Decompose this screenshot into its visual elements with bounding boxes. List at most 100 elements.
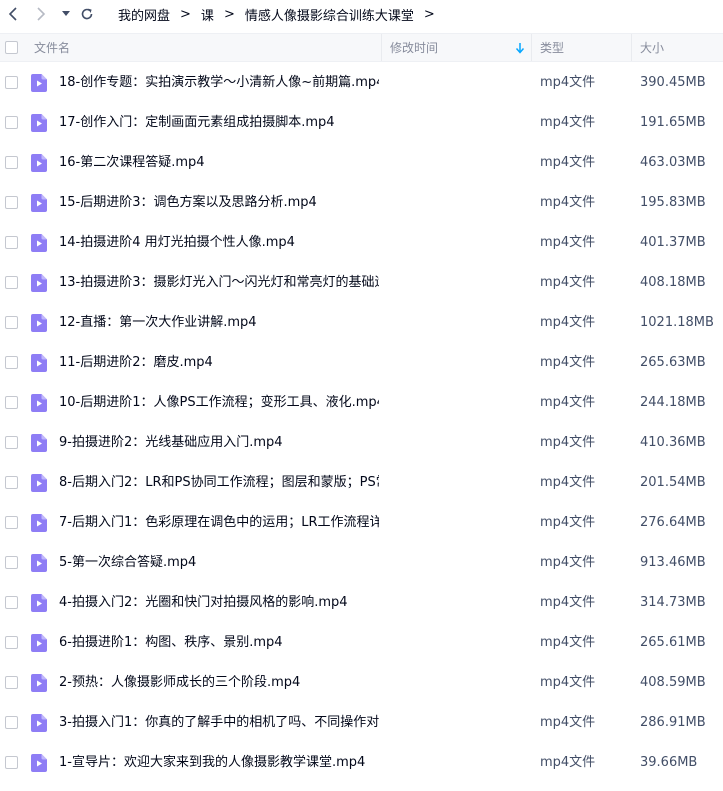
- file-row[interactable]: 6-拍摄进阶1：构图、秩序、景别.mp4 mp4文件 265.61MB: [0, 623, 723, 663]
- sort-down-arrow-icon[interactable]: [515, 34, 525, 61]
- forward-button[interactable]: [32, 0, 50, 28]
- row-checkbox[interactable]: [5, 556, 18, 569]
- video-file-icon: [31, 554, 47, 572]
- file-row[interactable]: 8-后期入门2：LR和PS协同工作流程；图层和蒙版；PS常... mp4文件 201…: [0, 463, 723, 503]
- row-checkbox[interactable]: [5, 476, 18, 489]
- video-file-icon: [31, 514, 47, 532]
- video-file-icon: [31, 674, 47, 692]
- file-name[interactable]: 11-后期进阶2：磨皮.mp4: [59, 343, 379, 383]
- file-name[interactable]: 6-拍摄进阶1：构图、秩序、景别.mp4: [59, 623, 379, 663]
- file-row[interactable]: 15-后期进阶3：调色方案以及思路分析.mp4 mp4文件 195.83MB: [0, 183, 723, 223]
- breadcrumb-level2[interactable]: 情感人像摄影综合训练大课堂: [245, 5, 414, 24]
- file-name[interactable]: 8-后期入门2：LR和PS协同工作流程；图层和蒙版；PS常...: [59, 463, 379, 503]
- file-name[interactable]: 18-创作专题：实拍演示教学～小清新人像~前期篇.mp4: [59, 63, 379, 103]
- row-checkbox[interactable]: [5, 596, 18, 609]
- file-row[interactable]: 11-后期进阶2：磨皮.mp4 mp4文件 265.63MB: [0, 343, 723, 383]
- column-divider[interactable]: [631, 34, 632, 61]
- file-name[interactable]: 7-后期入门1：色彩原理在调色中的运用；LR工作流程详...: [59, 503, 379, 543]
- row-checkbox[interactable]: [5, 516, 18, 529]
- file-size: 401.37MB: [640, 235, 706, 250]
- file-name[interactable]: 5-第一次综合答疑.mp4: [59, 543, 379, 583]
- file-name[interactable]: 14-拍摄进阶4 用灯光拍摄个性人像.mp4: [59, 223, 379, 263]
- row-checkbox[interactable]: [5, 396, 18, 409]
- column-divider[interactable]: [381, 34, 382, 61]
- file-name[interactable]: 4-拍摄入门2：光圈和快门对拍摄风格的影响.mp4: [59, 583, 379, 623]
- file-row[interactable]: 14-拍摄进阶4 用灯光拍摄个性人像.mp4 mp4文件 401.37MB: [0, 223, 723, 263]
- video-file-icon: [31, 394, 47, 412]
- file-name[interactable]: 1-宣导片：欢迎大家来到我的人像摄影教学课堂.mp4: [59, 743, 379, 783]
- file-name[interactable]: 13-拍摄进阶3：摄影灯光入门～闪光灯和常亮灯的基础运...: [59, 263, 379, 303]
- row-checkbox[interactable]: [5, 636, 18, 649]
- file-row[interactable]: 5-第一次综合答疑.mp4 mp4文件 913.46MB: [0, 543, 723, 583]
- file-size: 265.61MB: [640, 635, 706, 650]
- row-checkbox[interactable]: [5, 116, 18, 129]
- file-size: 39.66MB: [640, 755, 698, 770]
- column-divider[interactable]: [531, 34, 532, 61]
- file-type: mp4文件: [540, 395, 596, 410]
- row-checkbox[interactable]: [5, 676, 18, 689]
- file-row[interactable]: 7-后期入门1：色彩原理在调色中的运用；LR工作流程详... mp4文件 276.6…: [0, 503, 723, 543]
- select-all-checkbox[interactable]: [5, 41, 18, 54]
- file-type: mp4文件: [540, 115, 596, 130]
- history-dropdown-button[interactable]: [60, 0, 72, 28]
- video-file-icon: [31, 714, 47, 732]
- video-file-icon: [31, 474, 47, 492]
- file-name[interactable]: 15-后期进阶3：调色方案以及思路分析.mp4: [59, 183, 379, 223]
- file-row[interactable]: 18-创作专题：实拍演示教学～小清新人像~前期篇.mp4 mp4文件 390.45M…: [0, 63, 723, 103]
- file-list-header: 文件名 修改时间 类型 大小: [0, 33, 723, 62]
- video-file-icon: [31, 114, 47, 132]
- refresh-button[interactable]: [78, 0, 96, 28]
- file-name[interactable]: 9-拍摄进阶2：光线基础应用入门.mp4: [59, 423, 379, 463]
- file-row[interactable]: 9-拍摄进阶2：光线基础应用入门.mp4 mp4文件 410.36MB: [0, 423, 723, 463]
- breadcrumb-separator: >: [223, 6, 235, 22]
- video-file-icon: [31, 634, 47, 652]
- select-all-checkbox-wrapper: [5, 34, 18, 61]
- row-checkbox[interactable]: [5, 156, 18, 169]
- file-name[interactable]: 17-创作入门：定制画面元素组成拍摄脚本.mp4: [59, 103, 379, 143]
- breadcrumb-level1[interactable]: 课: [201, 5, 214, 24]
- file-type: mp4文件: [540, 635, 596, 650]
- row-checkbox[interactable]: [5, 756, 18, 769]
- column-header-modified[interactable]: 修改时间: [390, 34, 438, 61]
- back-button[interactable]: [4, 0, 22, 28]
- file-type: mp4文件: [540, 555, 596, 570]
- navigation-bar: 我的网盘 > 课 > 情感人像摄影综合训练大课堂 >: [0, 0, 723, 28]
- file-row[interactable]: 12-直播：第一次大作业讲解.mp4 mp4文件 1021.18MB: [0, 303, 723, 343]
- row-checkbox[interactable]: [5, 276, 18, 289]
- file-name[interactable]: 12-直播：第一次大作业讲解.mp4: [59, 303, 379, 343]
- file-type: mp4文件: [540, 275, 596, 290]
- file-size: 408.59MB: [640, 675, 706, 690]
- row-checkbox[interactable]: [5, 436, 18, 449]
- file-name[interactable]: 3-拍摄入门1：你真的了解手中的相机了吗、不同操作对...: [59, 703, 379, 743]
- file-row[interactable]: 13-拍摄进阶3：摄影灯光入门～闪光灯和常亮灯的基础运... mp4文件 408.1…: [0, 263, 723, 303]
- file-size: 201.54MB: [640, 475, 706, 490]
- file-row[interactable]: 16-第二次课程答疑.mp4 mp4文件 463.03MB: [0, 143, 723, 183]
- file-name[interactable]: 10-后期进阶1：人像PS工作流程；变形工具、液化.mp4: [59, 383, 379, 423]
- file-size: 276.64MB: [640, 515, 706, 530]
- file-row[interactable]: 2-预热：人像摄影师成长的三个阶段.mp4 mp4文件 408.59MB: [0, 663, 723, 703]
- row-checkbox[interactable]: [5, 76, 18, 89]
- file-row[interactable]: 3-拍摄入门1：你真的了解手中的相机了吗、不同操作对... mp4文件 286.91…: [0, 703, 723, 743]
- row-checkbox[interactable]: [5, 316, 18, 329]
- file-type: mp4文件: [540, 675, 596, 690]
- row-checkbox[interactable]: [5, 716, 18, 729]
- file-type: mp4文件: [540, 315, 596, 330]
- file-row[interactable]: 1-宣导片：欢迎大家来到我的人像摄影教学课堂.mp4 mp4文件 39.66MB: [0, 743, 723, 783]
- row-checkbox[interactable]: [5, 356, 18, 369]
- row-checkbox[interactable]: [5, 236, 18, 249]
- breadcrumb-root[interactable]: 我的网盘: [118, 5, 170, 24]
- column-header-name[interactable]: 文件名: [34, 34, 70, 61]
- row-checkbox[interactable]: [5, 196, 18, 209]
- chevron-right-icon: [37, 7, 46, 21]
- file-name[interactable]: 16-第二次课程答疑.mp4: [59, 143, 379, 183]
- file-row[interactable]: 4-拍摄入门2：光圈和快门对拍摄风格的影响.mp4 mp4文件 314.73MB: [0, 583, 723, 623]
- column-header-size[interactable]: 大小: [640, 34, 664, 61]
- column-header-type[interactable]: 类型: [540, 34, 564, 61]
- breadcrumb-separator: >: [423, 6, 435, 22]
- video-file-icon: [31, 234, 47, 252]
- file-row[interactable]: 10-后期进阶1：人像PS工作流程；变形工具、液化.mp4 mp4文件 244.18…: [0, 383, 723, 423]
- file-name[interactable]: 2-预热：人像摄影师成长的三个阶段.mp4: [59, 663, 379, 703]
- file-size: 195.83MB: [640, 195, 706, 210]
- file-row[interactable]: 17-创作入门：定制画面元素组成拍摄脚本.mp4 mp4文件 191.65MB: [0, 103, 723, 143]
- video-file-icon: [31, 754, 47, 772]
